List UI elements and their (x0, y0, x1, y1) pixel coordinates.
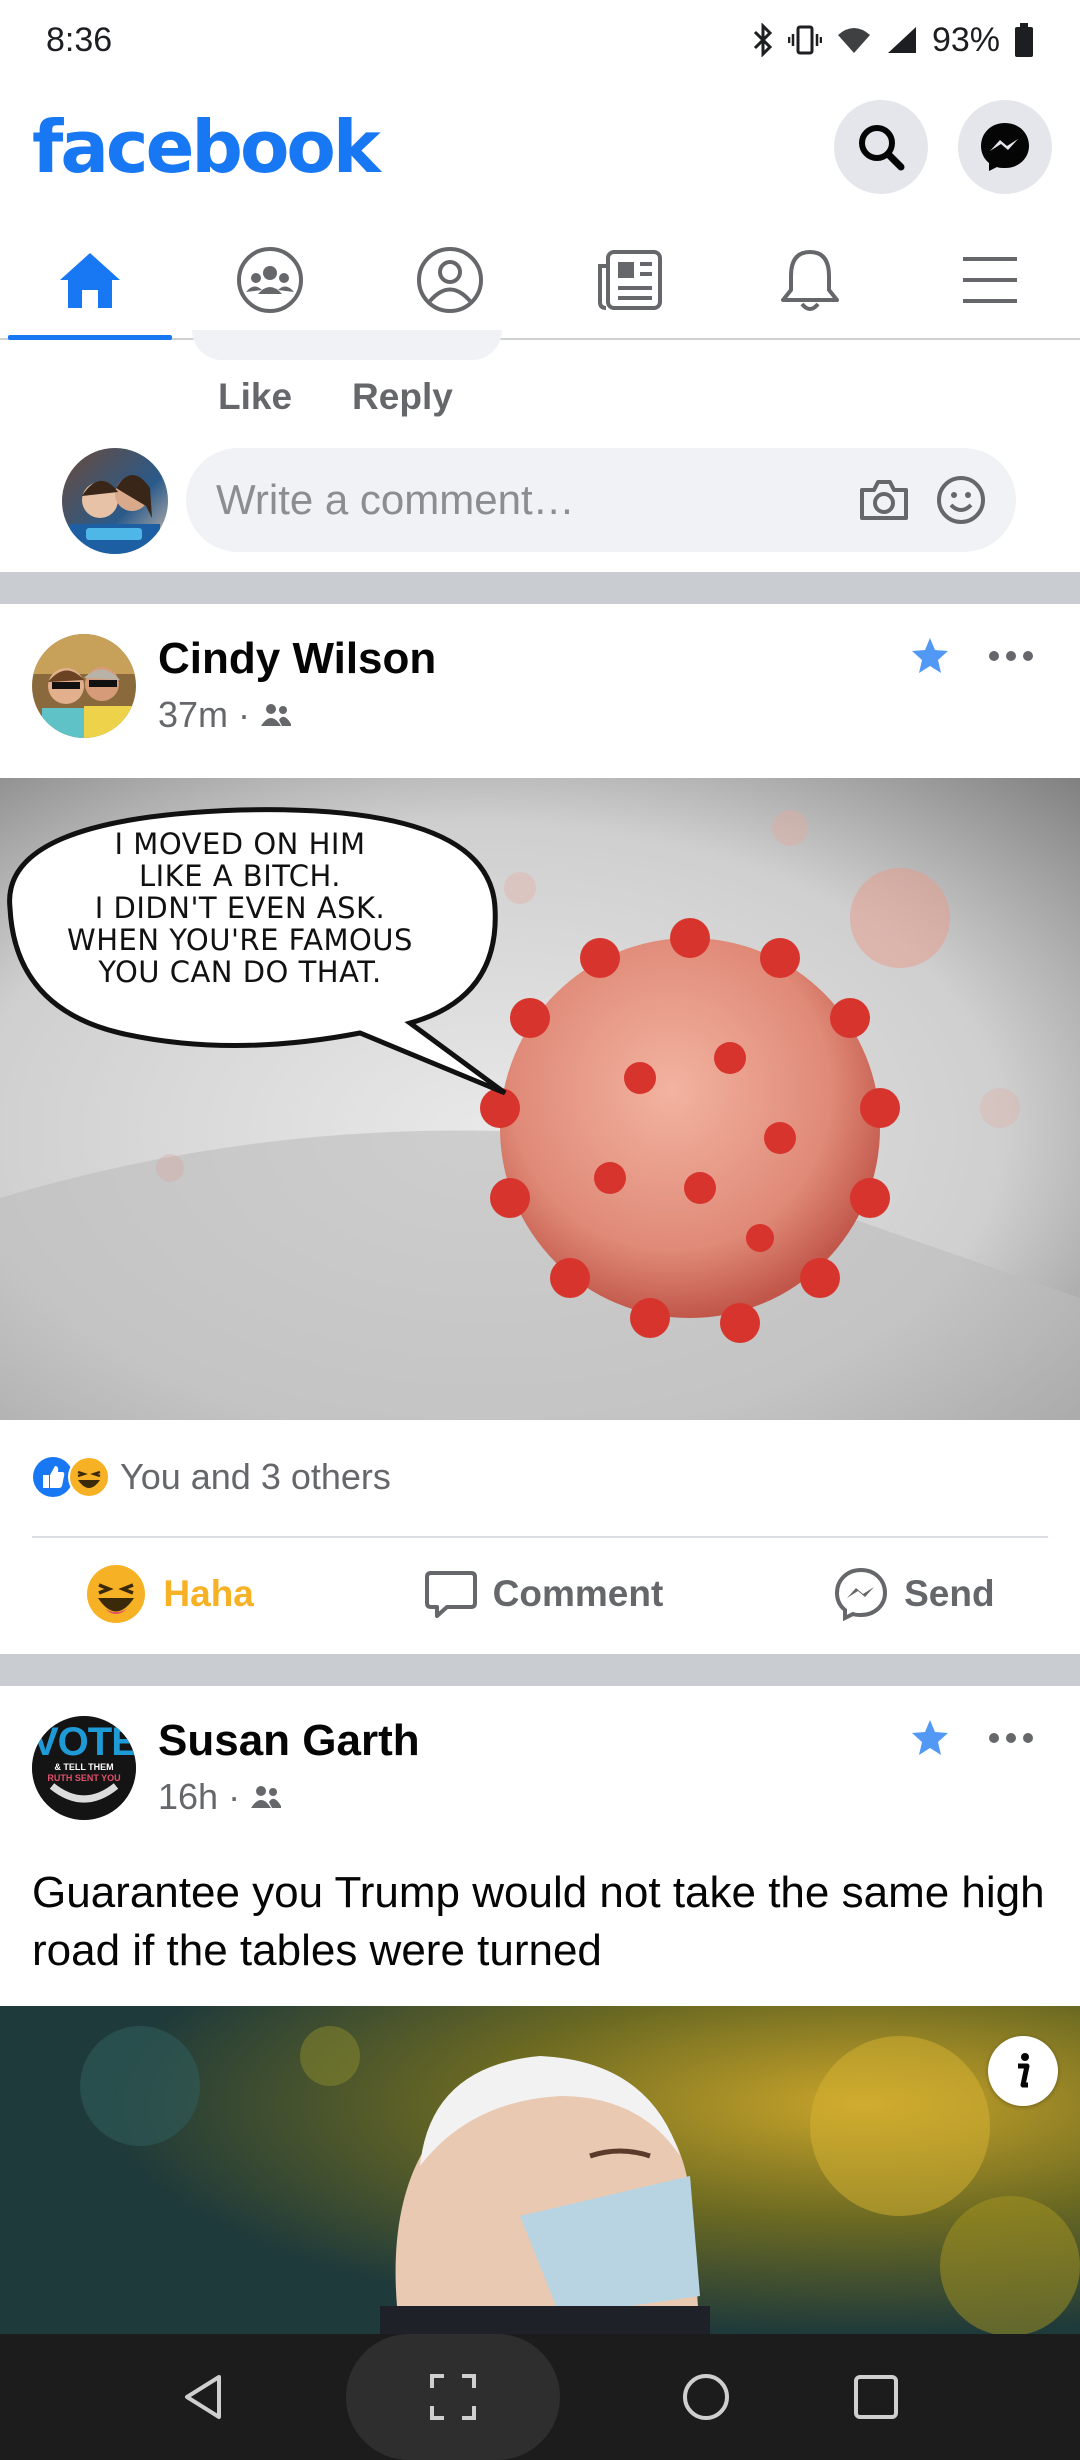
meme-caption: I MOVED ON HIM LIKE A BITCH. I DIDN'T EV… (67, 827, 413, 989)
news-icon (598, 250, 662, 310)
tab-notifications[interactable] (720, 222, 900, 338)
main-tabs (0, 222, 1080, 340)
tab-news[interactable] (540, 222, 720, 338)
messenger-button[interactable] (958, 100, 1052, 194)
friends-audience-icon (261, 704, 292, 726)
menu-icon (963, 257, 1017, 303)
reaction-summary[interactable]: You and 3 others (32, 1418, 1048, 1538)
tab-profile[interactable] (360, 222, 540, 338)
tab-home[interactable] (0, 222, 180, 340)
current-user-avatar[interactable] (62, 448, 168, 554)
status-bar: 8:36 93% (0, 0, 1080, 80)
comment-section: Like Reply Write a comment… (0, 330, 1080, 572)
post-meme-image[interactable]: I MOVED ON HIM LIKE A BITCH. I DIDN'T EV… (0, 778, 1080, 1420)
info-button[interactable] (988, 2036, 1058, 2106)
tab-menu[interactable] (900, 222, 1080, 338)
send-label: Send (904, 1573, 995, 1614)
more-options-icon[interactable] (988, 650, 1034, 662)
post-header: VOTE & TELL THEM RUTH SENT YOU Susan Gar… (0, 1686, 1080, 1836)
comment-icon (424, 1571, 477, 1618)
haha-reaction-icon (68, 1456, 110, 1498)
back-icon[interactable] (181, 2373, 225, 2421)
post-author-name[interactable]: Cindy Wilson (158, 634, 436, 684)
author-avatar[interactable] (32, 634, 136, 738)
home-circle-icon[interactable] (681, 2372, 731, 2422)
search-button[interactable] (834, 100, 928, 194)
comment-input[interactable]: Write a comment… (186, 448, 1016, 552)
post-text: Guarantee you Trump would not take the s… (32, 1868, 1045, 1975)
facebook-logo[interactable]: facebook (32, 105, 381, 189)
post-meta: 16h · (158, 1776, 282, 1818)
post-author-name[interactable]: Susan Garth (158, 1716, 420, 1766)
groups-icon (237, 247, 303, 313)
status-time: 8:36 (46, 20, 113, 59)
favorite-star-icon[interactable] (910, 1718, 950, 1756)
search-icon (859, 125, 905, 171)
post-time[interactable]: 16h (158, 1776, 218, 1818)
wifi-icon (837, 28, 870, 53)
signal-icon (887, 27, 916, 53)
comment-button[interactable]: Comment (424, 1569, 664, 1619)
post-meta: 37m · (158, 694, 292, 736)
comment-like-button[interactable]: Like (218, 376, 292, 418)
recents-icon[interactable] (852, 2373, 900, 2421)
vibrate-icon (787, 25, 822, 55)
messenger-send-icon (835, 1567, 888, 1621)
notifications-icon (781, 250, 839, 311)
haha-label: Haha (163, 1573, 254, 1614)
comment-reply-button[interactable]: Reply (352, 376, 453, 418)
favorite-star-icon[interactable] (910, 636, 950, 674)
camera-icon[interactable] (858, 478, 910, 522)
screenshot-button[interactable] (345, 2334, 560, 2460)
reaction-count-text: You and 3 others (120, 1456, 391, 1497)
post-header: Cindy Wilson 37m · (0, 604, 1080, 754)
previous-comment-bubble (192, 330, 502, 360)
info-icon (1018, 2053, 1030, 2088)
friends-audience-icon (251, 1786, 282, 1808)
feed-divider (0, 1654, 1080, 1686)
feed-divider (0, 572, 1080, 604)
messenger-icon (981, 123, 1029, 171)
battery-icon (1015, 23, 1033, 57)
post-photo[interactable] (0, 2006, 1080, 2334)
vote-avatar-text: VOTE (32, 1720, 136, 1764)
home-icon (60, 253, 120, 308)
emoji-icon[interactable] (936, 475, 986, 525)
post-time[interactable]: 37m (158, 694, 228, 736)
post-actions: Haha Comment Send (0, 1536, 1080, 1652)
app-header: facebook (0, 92, 1080, 202)
send-button[interactable]: Send (834, 1567, 995, 1621)
bluetooth-icon (753, 23, 773, 57)
more-options-icon[interactable] (988, 1732, 1034, 1744)
system-nav-bar (0, 2334, 1080, 2460)
haha-emoji-icon (87, 1565, 146, 1623)
screenshot-frame-icon (429, 2374, 476, 2420)
profile-icon (417, 247, 483, 313)
battery-percent: 93% (931, 20, 1000, 59)
haha-button[interactable]: Haha (85, 1563, 254, 1625)
comment-input-placeholder: Write a comment… (216, 476, 575, 523)
tab-groups[interactable] (180, 222, 360, 338)
author-avatar[interactable]: VOTE & TELL THEM RUTH SENT YOU (32, 1716, 136, 1820)
comment-label: Comment (492, 1573, 664, 1614)
